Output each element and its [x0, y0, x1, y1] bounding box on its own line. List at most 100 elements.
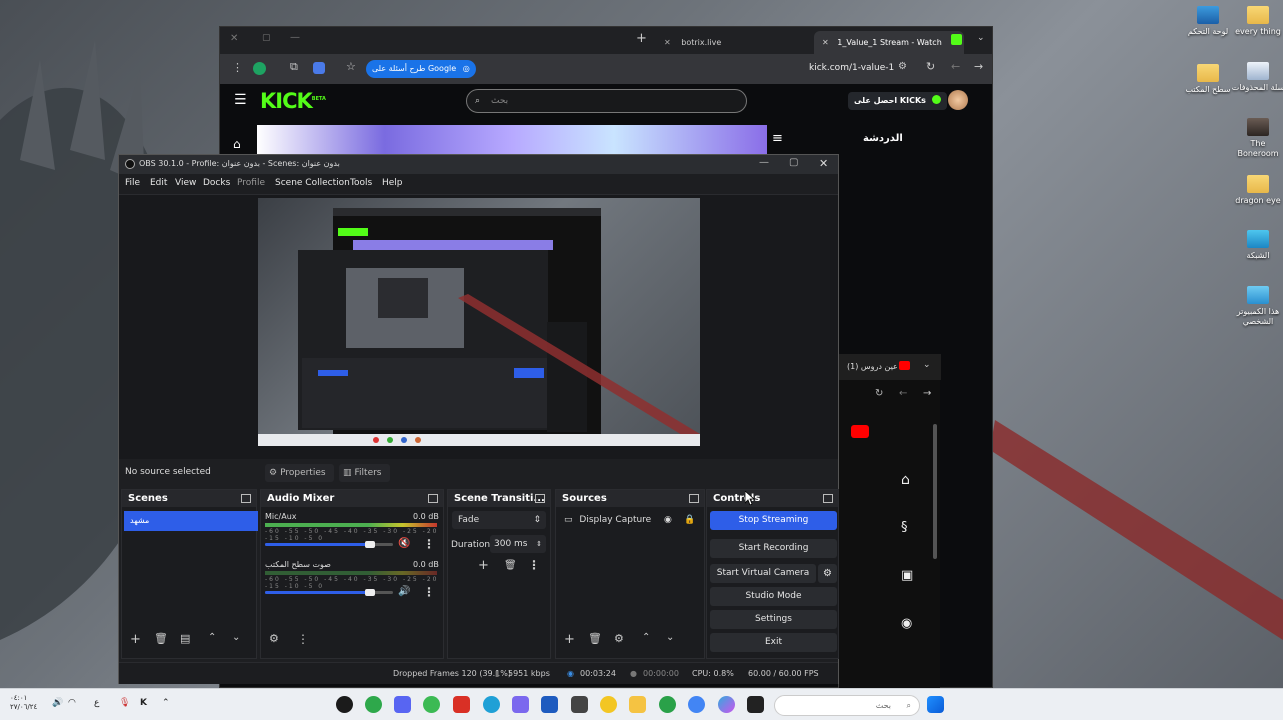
word-taskbar-icon[interactable]	[541, 696, 558, 713]
add-icon[interactable]: +	[564, 632, 575, 647]
reload-icon[interactable]: ↻	[875, 388, 883, 399]
terminal-taskbar-icon[interactable]	[747, 696, 764, 713]
obs-taskbar-icon[interactable]	[336, 696, 353, 713]
star-icon[interactable]: ☆	[346, 60, 356, 73]
menu-file[interactable]: File	[125, 178, 140, 188]
lock-icon[interactable]: 🔒	[684, 511, 695, 529]
start-recording-button[interactable]: Start Recording	[710, 539, 837, 558]
exit-button[interactable]: Exit	[710, 633, 837, 652]
close-icon[interactable]: ✕	[819, 157, 828, 170]
transition-select[interactable]: Fade ⇕	[452, 511, 546, 529]
close-icon[interactable]: ✕	[822, 38, 829, 47]
tab-kick-stream[interactable]: ✕ 1_Value_1 Stream - Watch Live	[814, 31, 964, 70]
volume-slider[interactable]	[265, 543, 370, 546]
filter-icon[interactable]: ▤	[180, 632, 190, 645]
forward-icon[interactable]: ←	[899, 388, 907, 399]
close-icon[interactable]: ✕	[230, 33, 238, 44]
scrollbar[interactable]	[933, 424, 937, 559]
studio-mode-button[interactable]: Studio Mode	[710, 587, 837, 606]
close-icon[interactable]: ✕	[664, 38, 671, 47]
forward-icon[interactable]: ←	[951, 60, 960, 73]
google-ask-button[interactable]: طرح أسئلة على Google ◎	[366, 60, 476, 78]
new-tab-icon[interactable]: +	[636, 31, 647, 46]
trash-icon[interactable]: 🗑	[504, 560, 517, 571]
minimize-icon[interactable]: —	[759, 157, 769, 168]
gear-icon[interactable]: ⚙	[614, 632, 624, 645]
volume-slider[interactable]	[265, 591, 370, 594]
muted-speaker-icon[interactable]: 🔇	[398, 538, 410, 549]
window-icon[interactable]: ▢	[262, 33, 271, 43]
collapse-chat-icon[interactable]: ≡	[772, 131, 783, 146]
discord-taskbar-icon[interactable]	[394, 696, 411, 713]
menu-docks[interactable]: Docks	[203, 178, 230, 188]
advanced-audio-icon[interactable]: ⚙	[269, 632, 279, 645]
eye-icon[interactable]: ◉	[664, 511, 672, 529]
move-up-icon[interactable]: ⌃	[642, 632, 650, 643]
menu-edit[interactable]: Edit	[150, 178, 167, 188]
kick-search-input[interactable]: ⌕ بحث	[466, 89, 747, 113]
popout-icon[interactable]	[689, 494, 699, 503]
profile-icon[interactable]	[253, 62, 266, 75]
copilot-taskbar-icon[interactable]	[718, 696, 735, 713]
minimize-icon[interactable]: —	[290, 32, 300, 43]
back-icon[interactable]: →	[923, 388, 931, 399]
language-indicator[interactable]: ع	[94, 698, 99, 708]
channel-menu-icon[interactable]: ⋮	[423, 585, 435, 599]
channel-menu-icon[interactable]: ⋮	[423, 537, 435, 551]
move-up-icon[interactable]: ⌃	[208, 632, 216, 643]
popout-icon[interactable]	[241, 494, 251, 503]
popout-icon[interactable]	[823, 494, 833, 503]
youtube-tab[interactable]: (1) عين دروس ⌄	[839, 354, 941, 380]
menu-view[interactable]: View	[175, 178, 196, 188]
speaker-icon[interactable]: 🔊	[398, 586, 410, 597]
transition-menu-icon[interactable]: ⋮	[528, 558, 540, 572]
tab-botrix[interactable]: ✕ botrix.live ◍	[656, 31, 824, 54]
account-icon[interactable]: ◉	[901, 616, 912, 631]
move-down-icon[interactable]: ⌄	[666, 632, 674, 643]
preview-canvas[interactable]	[258, 198, 700, 446]
get-kicks-button[interactable]: احصل على KICKs	[848, 92, 947, 110]
microphone-icon[interactable]: 🎙	[119, 698, 130, 708]
kick-logo[interactable]: KICKBETA	[260, 89, 326, 113]
capcut-taskbar-icon[interactable]	[571, 696, 588, 713]
trash-icon[interactable]: 🗑	[154, 632, 168, 645]
spinner-icon[interactable]: ⇕	[536, 535, 542, 553]
scene-item[interactable]: مشهد	[124, 511, 258, 531]
more-icon[interactable]: ⋮	[232, 61, 243, 74]
move-down-icon[interactable]: ⌄	[232, 632, 240, 643]
chrome-blue-taskbar-icon[interactable]	[688, 696, 705, 713]
windows-start-icon[interactable]	[927, 696, 944, 713]
trash-icon[interactable]: 🗑	[588, 632, 602, 645]
menu-help[interactable]: Help	[382, 178, 403, 188]
youtube-logo-icon[interactable]	[851, 425, 869, 438]
start-virtual-camera-button[interactable]: Start Virtual Camera	[710, 564, 816, 583]
chevron-down-icon[interactable]: ⌄	[977, 33, 985, 43]
source-item[interactable]: ▭ Display Capture ◉ 🔒	[558, 511, 702, 529]
kick-tray-icon[interactable]: K	[140, 698, 147, 708]
chrome-taskbar-icon[interactable]	[659, 696, 676, 713]
add-icon[interactable]: +	[130, 632, 141, 647]
extension-icon[interactable]	[313, 62, 325, 74]
maximize-icon[interactable]: ▢	[789, 157, 798, 168]
avatar[interactable]	[948, 90, 968, 110]
menu-tools[interactable]: Tools	[350, 178, 372, 188]
mixer-menu-icon[interactable]: ⋮	[297, 632, 309, 646]
chrome-yellow-taskbar-icon[interactable]	[600, 696, 617, 713]
volume-slider-handle[interactable]	[365, 589, 375, 596]
reload-icon[interactable]: ↻	[926, 60, 935, 73]
settings-button[interactable]: Settings	[710, 610, 837, 629]
properties-button[interactable]: ⚙ Properties	[265, 464, 334, 482]
pdf-taskbar-icon[interactable]	[453, 696, 470, 713]
show-hidden-icons-icon[interactable]: ⌃	[162, 698, 170, 708]
add-icon[interactable]: +	[478, 558, 489, 573]
duration-spinbox[interactable]: 300 ms ⇕	[490, 535, 546, 553]
virtual-camera-settings-icon[interactable]: ⚙	[818, 564, 837, 583]
volume-slider-handle[interactable]	[365, 541, 375, 548]
back-icon[interactable]: →	[974, 60, 983, 73]
taskbar-search[interactable]: بحث ⌕	[774, 695, 920, 716]
wifi-icon[interactable]: ◠	[68, 698, 76, 708]
chrome-green-taskbar-icon[interactable]	[365, 696, 382, 713]
home-icon[interactable]: ⌂	[901, 472, 910, 488]
obs-preview-area[interactable]	[119, 195, 838, 459]
extensions-icon[interactable]: ⧉	[290, 60, 298, 74]
